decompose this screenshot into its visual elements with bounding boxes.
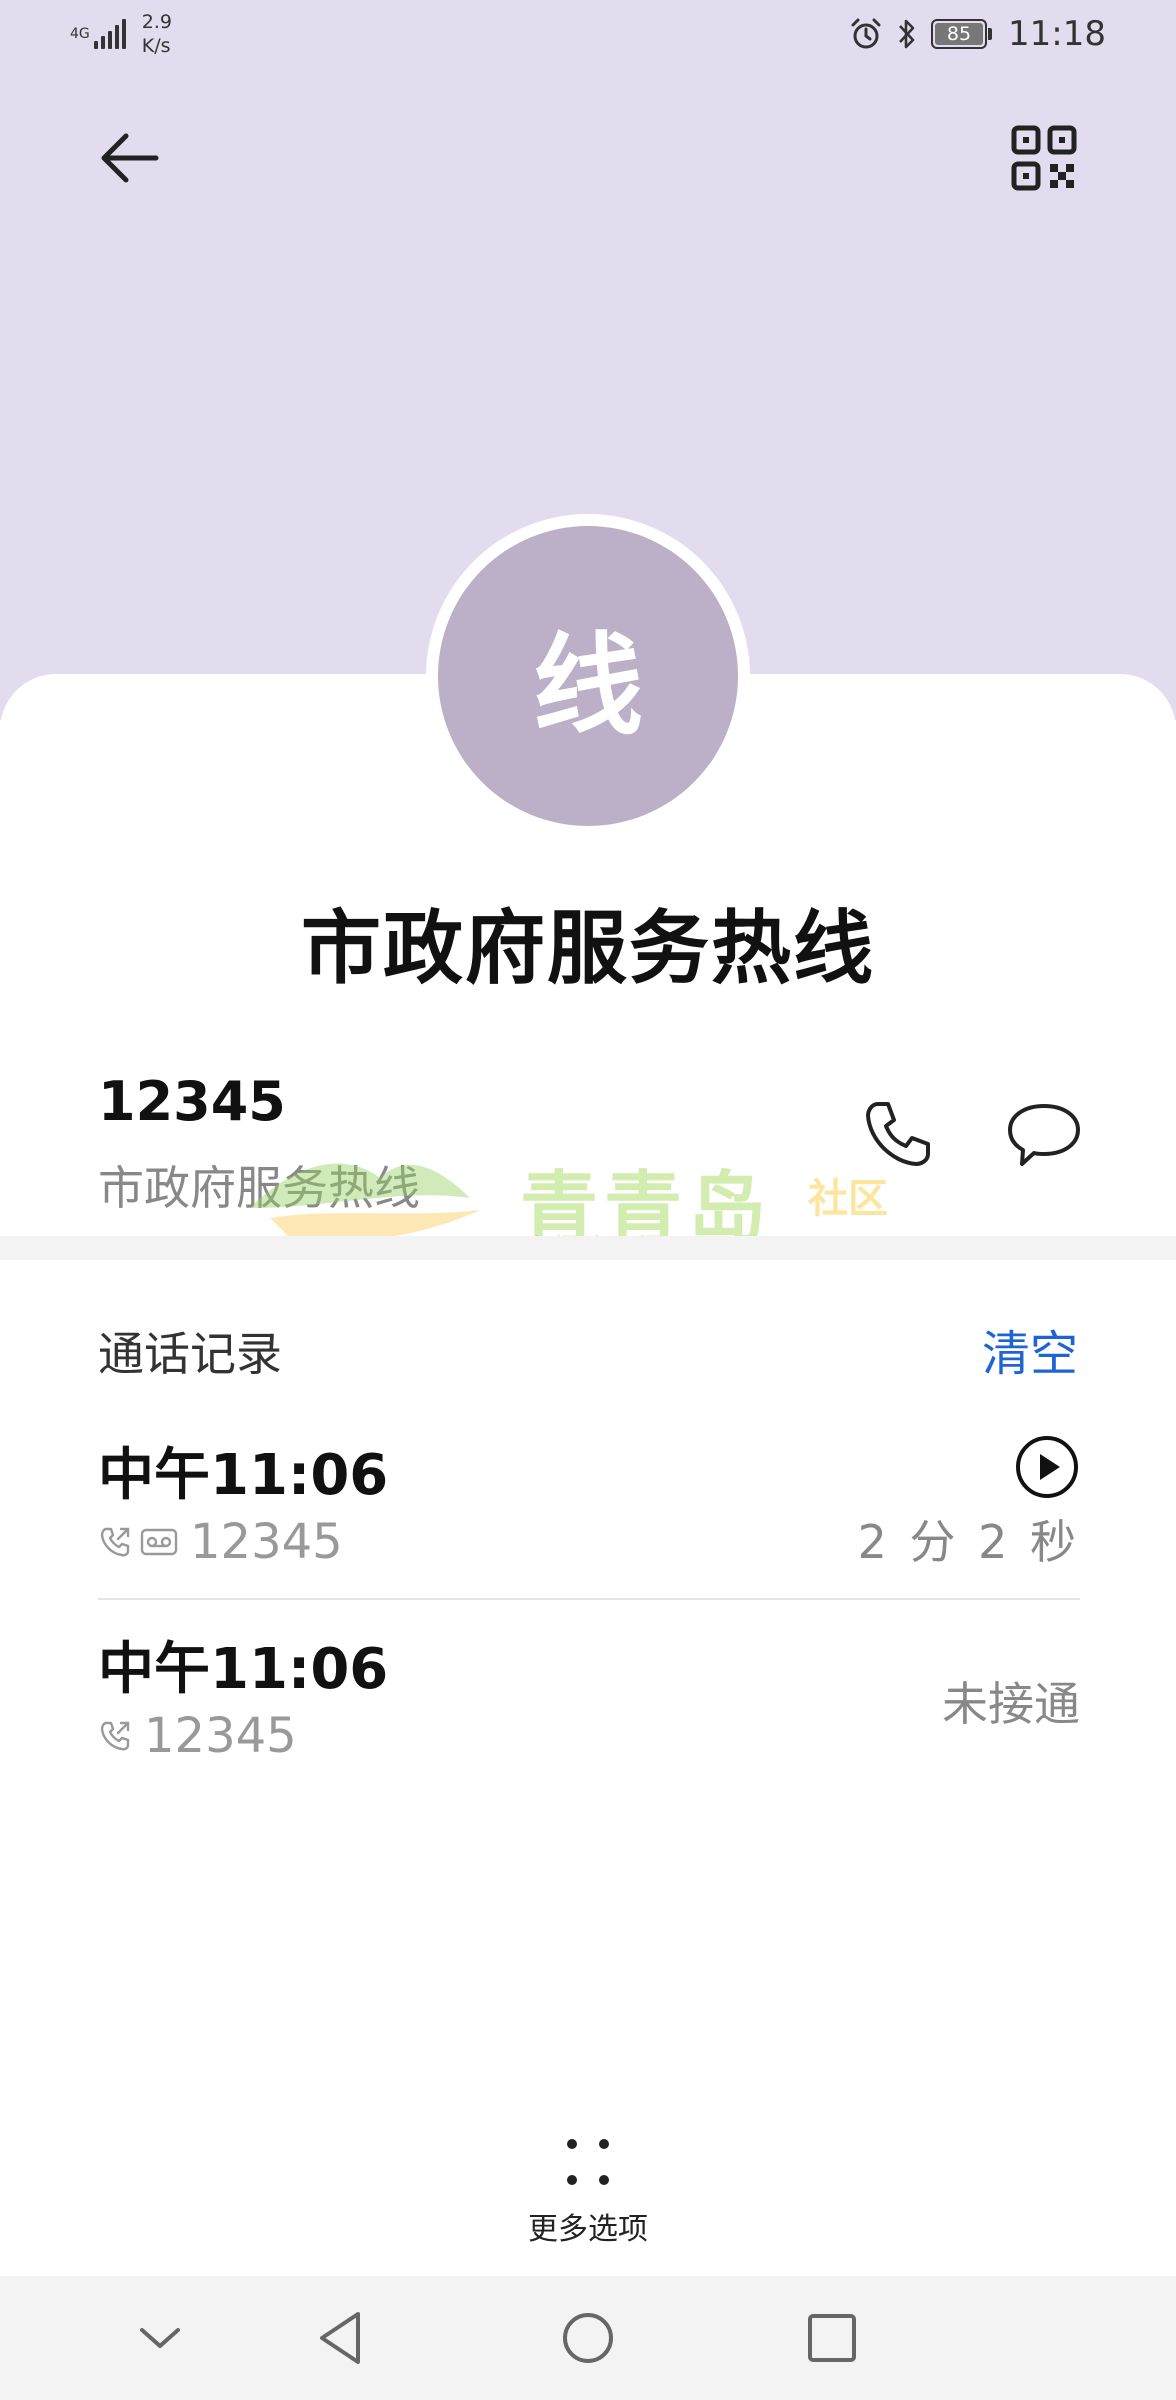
row-divider: [98, 1598, 1080, 1600]
more-dots-icon: [567, 2139, 609, 2185]
call-status: 未接通: [942, 1677, 1080, 1731]
network-type: 4G: [70, 26, 90, 42]
message-button[interactable]: [1002, 1092, 1086, 1176]
signal-strength-icon: [93, 19, 126, 49]
network-speed-unit: K/s: [141, 35, 171, 57]
bluetooth-icon: [899, 19, 915, 49]
outgoing-call-icon: [100, 1527, 130, 1557]
clear-call-log-button[interactable]: 清空: [982, 1314, 1078, 1384]
voicemail-icon: [140, 1528, 178, 1556]
back-arrow-icon: [101, 133, 159, 183]
network-speed: 2.9 K/s: [142, 10, 172, 58]
nav-home-button[interactable]: [548, 2298, 628, 2378]
status-left: 4G 2.9 K/s: [70, 10, 172, 58]
message-icon: [1008, 1104, 1080, 1166]
phone-icon: [866, 1102, 930, 1166]
call-log-entry[interactable]: 中午11:06 12345 2 分 2 秒: [98, 1430, 1080, 1610]
call-time: 中午11:06: [98, 1637, 389, 1702]
play-recording-button[interactable]: [1014, 1434, 1080, 1500]
qr-code-button[interactable]: [1004, 118, 1084, 198]
nav-back-icon: [320, 2312, 360, 2364]
nav-collapse-icon: [140, 2328, 180, 2348]
play-icon: [1016, 1436, 1078, 1498]
back-button[interactable]: [92, 118, 172, 198]
contact-name: 市政府服务热线: [301, 902, 875, 995]
call-number: 12345: [144, 1708, 297, 1764]
nav-recents-icon: [808, 2314, 856, 2362]
call-details: 12345: [98, 1514, 343, 1570]
avatar-initial: 线: [533, 622, 643, 750]
section-divider: [0, 1236, 1176, 1260]
status-right: 85 11:18: [849, 14, 1106, 54]
phone-number-label: 市政府服务热线: [98, 1161, 420, 1215]
call-duration: 2 分 2 秒: [857, 1515, 1080, 1569]
status-clock: 11:18: [1008, 14, 1106, 54]
nav-recents-button[interactable]: [792, 2298, 872, 2378]
call-number: 12345: [190, 1514, 343, 1570]
call-log-entry[interactable]: 中午11:06 12345 未接通: [98, 1624, 1080, 1804]
status-bar: 4G 2.9 K/s 85 11:18: [0, 0, 1176, 76]
call-time: 中午11:06: [98, 1443, 389, 1508]
battery-level: 85: [935, 23, 984, 45]
call-details: 12345: [98, 1708, 297, 1764]
more-options-label: 更多选项: [528, 2212, 648, 2247]
network-speed-value: 2.9: [141, 11, 172, 33]
more-options-button[interactable]: 更多选项: [488, 2130, 688, 2260]
alarm-icon: [851, 18, 881, 49]
phone-number[interactable]: 12345: [98, 1070, 286, 1133]
nav-back-button[interactable]: [302, 2298, 382, 2378]
system-navigation-bar: [0, 2276, 1176, 2400]
call-button[interactable]: [856, 1092, 940, 1176]
avatar: 线: [438, 526, 738, 826]
qr-code-icon: [1011, 125, 1077, 191]
call-log-title: 通话记录: [98, 1327, 282, 1381]
battery-icon: 85: [931, 19, 993, 49]
outgoing-call-icon: [100, 1721, 130, 1751]
nav-home-icon: [563, 2313, 613, 2363]
nav-collapse-button[interactable]: [120, 2298, 200, 2378]
